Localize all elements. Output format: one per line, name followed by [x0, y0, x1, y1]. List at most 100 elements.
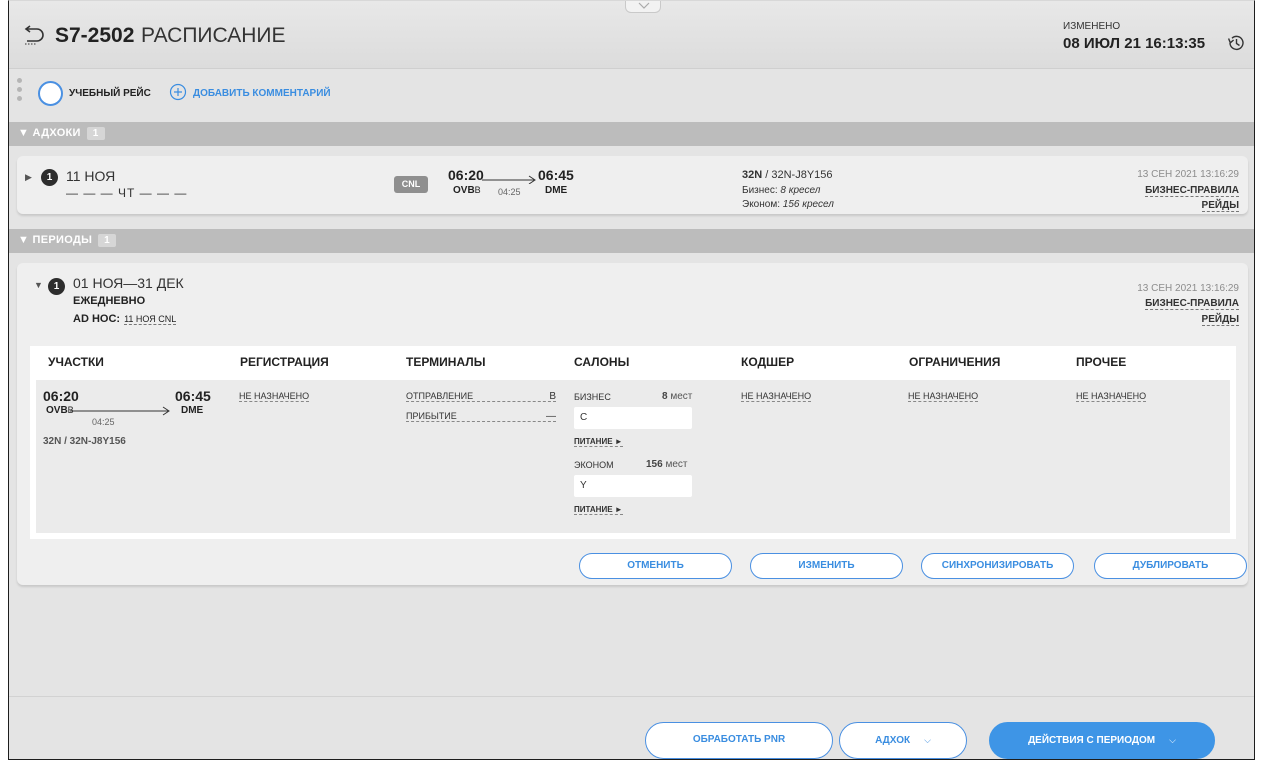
adhoc-dropdown-button[interactable]: АДХОК ⌵: [839, 722, 967, 759]
adhoc-ref-label: AD HOC:: [73, 313, 121, 325]
economy-cabin-label: ЭКОНОМ: [574, 460, 614, 470]
edit-button[interactable]: ИЗМЕНИТЬ: [750, 553, 903, 579]
economy-seat-unit: мест: [665, 459, 688, 470]
col-header-legs: УЧАСТКИ: [48, 355, 104, 369]
modified-label: ИЗМЕНЕНО: [1063, 21, 1121, 32]
schedule-window: S7-2502 РАСПИСАНИЕ ИЗМЕНЕНО 08 ИЮЛ 21 16…: [8, 0, 1255, 760]
leg-dep-time: 06:20: [43, 388, 79, 404]
flight-code: S7-2502: [55, 24, 135, 47]
process-pnr-button[interactable]: ОБРАБОТАТЬ PNR: [645, 722, 833, 759]
period-card: ▼ 1 01 НОЯ—31 ДЕК ЕЖЕДНЕВНО AD HOC: 11 НО…: [17, 263, 1248, 585]
period-frequency: ЕЖЕДНЕВНО: [73, 295, 146, 307]
arrival-terminal-field[interactable]: ПРИБЫТИЕ —: [406, 411, 556, 422]
adhoc-aircraft-config: / 32N-J8Y156: [765, 169, 833, 181]
training-flight-label: УЧЕБНЫЙ РЕЙС: [69, 88, 151, 99]
modified-timestamp: 08 ИЮЛ 21 16:13:35: [1063, 35, 1206, 52]
adhoc-flights-link[interactable]: РЕЙДЫ: [1201, 200, 1239, 212]
leg-arr-airport: DME: [181, 405, 204, 416]
toolbar: УЧЕБНЫЙ РЕЙС ДОБАВИТЬ КОММЕНТАРИЙ: [9, 70, 1254, 122]
periods-section-title: ПЕРИОДЫ: [32, 234, 93, 246]
collapse-arrow-icon[interactable]: ▼: [34, 280, 43, 290]
col-header-terminals: ТЕРМИНАЛЫ: [406, 355, 486, 369]
period-flights-link[interactable]: РЕЙДЫ: [1201, 314, 1239, 326]
business-meal-link[interactable]: ПИТАНИЕ ►: [574, 437, 623, 447]
adhoc-dep-airport: OVB: [453, 185, 475, 196]
codeshare-value[interactable]: НЕ НАЗНАЧЕНО: [741, 391, 812, 402]
adhoc-dropdown-label: АДХОК: [875, 735, 911, 746]
adhoc-dep-terminal: B: [474, 185, 481, 195]
sync-button[interactable]: СИНХРОНИЗИРОВАТЬ: [921, 553, 1074, 579]
chevron-down-icon: ⌵: [924, 735, 931, 745]
chevron-down-icon: [638, 2, 650, 9]
chevron-down-icon: ⌵: [1169, 735, 1176, 745]
adhoc-index-badge: 1: [41, 169, 58, 186]
back-icon[interactable]: [22, 25, 46, 45]
adhoc-economy-label: Эконом:: [742, 199, 780, 210]
more-dots-icon[interactable]: [17, 78, 22, 105]
footer: ОБРАБОТАТЬ PNR АДХОК ⌵ ДЕЙСТВИЯ С ПЕРИОДО…: [9, 696, 1254, 759]
other-value[interactable]: НЕ НАЗНАЧЕНО: [1076, 391, 1147, 402]
business-seat-count: 8: [662, 391, 668, 402]
cancel-button[interactable]: ОТМЕНИТЬ: [579, 553, 732, 579]
departure-terminal-label: ОТПРАВЛЕНИЕ: [406, 391, 474, 401]
expand-arrow-icon[interactable]: ▶: [25, 172, 32, 183]
adhoc-business-seats: 8 кресел: [780, 185, 821, 196]
adhoc-arr-time: 06:45: [538, 167, 574, 183]
col-header-registration: РЕГИСТРАЦИЯ: [240, 355, 329, 369]
adhoc-date: 11 НОЯ: [66, 168, 116, 184]
arrival-terminal-label: ПРИБЫТИЕ: [406, 411, 457, 421]
cancelled-badge: CNL: [394, 176, 428, 193]
arrival-terminal-value: —: [546, 411, 556, 422]
period-actions-button[interactable]: ДЕЙСТВИЯ С ПЕРИОДОМ ⌵: [989, 722, 1215, 759]
leg-row: 06:20 OVB B 04:25 06:45 DME 32N / 32N-J8Y…: [36, 380, 1230, 533]
adhoc-count-badge: 1: [86, 127, 105, 140]
business-cabin-label: БИЗНЕС: [574, 392, 611, 402]
adhoc-business-rules-link[interactable]: БИЗНЕС-ПРАВИЛА: [1145, 185, 1239, 197]
adhoc-section-header[interactable]: ▼ АДХОКИ 1: [9, 122, 1254, 146]
col-header-codeshare: КОДШЕР: [741, 355, 795, 369]
history-icon[interactable]: [1226, 33, 1246, 53]
page-title: РАСПИСАНИЕ: [141, 24, 286, 47]
leg-dep-airport: OVB: [46, 405, 68, 416]
periods-section-header[interactable]: ▼ ПЕРИОДЫ 1: [9, 229, 1254, 253]
restrictions-value[interactable]: НЕ НАЗНАЧЕНО: [908, 391, 979, 402]
leg-aircraft: 32N / 32N-J8Y156: [43, 436, 126, 447]
plus-circle-icon[interactable]: [169, 83, 187, 101]
training-flight-toggle[interactable]: [38, 81, 63, 106]
period-index-badge: 1: [48, 278, 65, 295]
adhoc-days: — — — ЧТ — — —: [66, 186, 188, 200]
duplicate-button[interactable]: ДУБЛИРОВАТЬ: [1094, 553, 1247, 579]
col-header-restrictions: ОГРАНИЧЕНИЯ: [909, 355, 1001, 369]
period-timestamp: 13 СЕН 2021 13:16:29: [1137, 283, 1239, 294]
economy-seat-count: 156: [646, 459, 663, 470]
adhoc-duration: 04:25: [498, 187, 521, 197]
economy-meal-link[interactable]: ПИТАНИЕ ►: [574, 505, 623, 515]
period-business-rules-link[interactable]: БИЗНЕС-ПРАВИЛА: [1145, 298, 1239, 310]
leg-arr-time: 06:45: [175, 388, 211, 404]
adhoc-economy-seats: 156 кресел: [782, 199, 834, 210]
departure-terminal-field[interactable]: ОТПРАВЛЕНИЕ B: [406, 391, 556, 402]
period-details-table: УЧАСТКИ РЕГИСТРАЦИЯ ТЕРМИНАЛЫ САЛОНЫ КОД…: [30, 346, 1236, 539]
departure-terminal-value: B: [549, 391, 556, 402]
adhoc-aircraft-type: 32N: [742, 169, 763, 181]
leg-duration: 04:25: [92, 417, 115, 427]
adhoc-business-label: Бизнес:: [742, 185, 778, 196]
collapse-tab[interactable]: [625, 1, 661, 13]
header: S7-2502 РАСПИСАНИЕ ИЗМЕНЕНО 08 ИЮЛ 21 16…: [9, 1, 1254, 69]
business-class-input[interactable]: C: [574, 407, 692, 429]
empty-content-area: [9, 600, 1254, 696]
registration-value[interactable]: НЕ НАЗНАЧЕНО: [239, 391, 310, 402]
adhoc-ref-link[interactable]: 11 НОЯ CNL: [124, 314, 177, 325]
adhoc-dep-time: 06:20: [448, 167, 484, 183]
add-comment-link[interactable]: ДОБАВИТЬ КОММЕНТАРИЙ: [193, 88, 331, 99]
adhoc-arr-airport: DME: [545, 185, 568, 196]
adhoc-card[interactable]: ▶ 1 11 НОЯ — — — ЧТ — — — CNL 06:20 OVBB…: [17, 156, 1248, 214]
arrow-right-icon: [482, 175, 536, 184]
economy-class-input[interactable]: Y: [574, 475, 692, 497]
period-actions-label: ДЕЙСТВИЯ С ПЕРИОДОМ: [1028, 735, 1156, 746]
adhoc-section-title: АДХОКИ: [32, 127, 81, 139]
period-range: 01 НОЯ—31 ДЕК: [73, 275, 184, 291]
col-header-other: ПРОЧЕЕ: [1076, 355, 1127, 369]
periods-count-badge: 1: [98, 234, 117, 247]
adhoc-timestamp: 13 СЕН 2021 13:16:29: [1137, 169, 1239, 180]
